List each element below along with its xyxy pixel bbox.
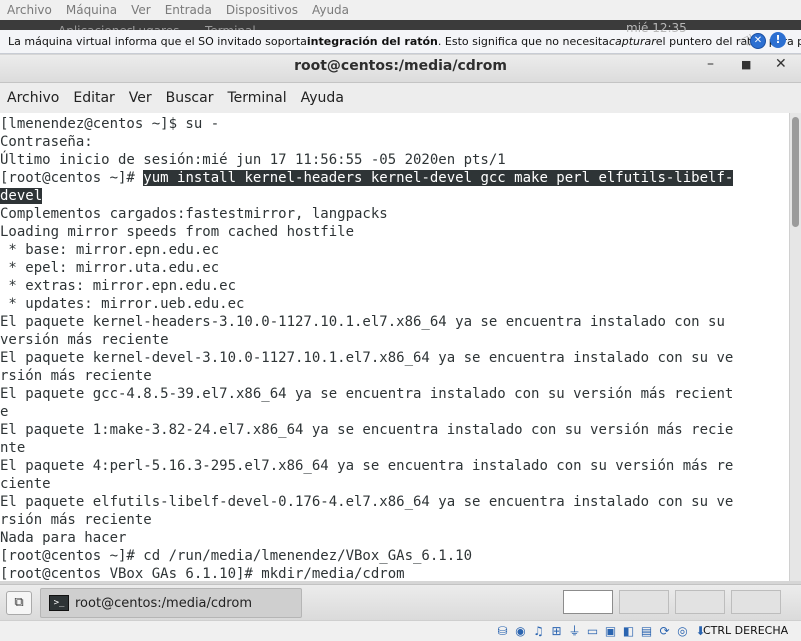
menu-archivo[interactable]: Archivo (0, 90, 66, 106)
terminal-icon: >_ (49, 595, 69, 611)
video-capture-icon[interactable]: ◧ (620, 623, 637, 639)
menu-ver[interactable]: Ver (122, 90, 159, 106)
terminal-line-command: [root@centos ~]# yum install kernel-head… (0, 169, 734, 187)
workspace-2[interactable] (619, 590, 669, 614)
vbox-menu-entrada[interactable]: Entrada (158, 3, 219, 17)
show-desktop-button[interactable]: ⧉ (6, 591, 32, 615)
selected-text: devel (0, 188, 43, 204)
vbox-menu-ver[interactable]: Ver (124, 3, 158, 17)
terminal-line: [root@centos ~]# cd /run/media/lmenendez… (0, 548, 473, 564)
menu-terminal[interactable]: Terminal (220, 90, 293, 106)
window-title: root@centos:/media/cdrom (294, 58, 507, 74)
terminal-line: * extras: mirror.epn.edu.ec (0, 278, 237, 294)
shared-folders-icon[interactable]: ▭ (584, 623, 601, 639)
scrollbar-thumb[interactable] (792, 117, 799, 227)
close-icon[interactable]: ✕ (750, 33, 766, 49)
cpu-icon[interactable]: ▤ (638, 623, 655, 639)
vbox-statusbar: ⛁ ◉ ♫ ⊞ ⏚ ▭ ▣ ◧ ▤ ⟳ ◎ ⬇ CTRL DERECHA (0, 620, 801, 641)
terminal-line: [root@centos VBox_GAs_6.1.10]# mkdir/med… (0, 566, 405, 581)
workspace-1[interactable] (563, 590, 613, 614)
workspace-4[interactable] (731, 590, 781, 614)
terminal-line: Último inicio de sesión:mié jun 17 11:56… (0, 152, 506, 168)
notice-text-pre: La máquina virtual informa que el SO inv… (8, 35, 307, 48)
selected-text: yum install kernel-headers kernel-devel … (143, 170, 734, 186)
terminal-line: El paquete 1:make-3.82-24.el7.x86_64 ya … (0, 422, 734, 438)
audio-icon[interactable]: ♫ (530, 623, 547, 639)
usb-icon[interactable]: ⏚ (566, 623, 583, 639)
terminal-line: Loading mirror speeds from cached hostfi… (0, 224, 355, 240)
display-icon[interactable]: ▣ (602, 623, 619, 639)
gnome-clock: mié 12:35 (626, 21, 687, 35)
terminal-line: * updates: mirror.ueb.edu.ec (0, 296, 245, 312)
terminal-line: Contraseña: (0, 134, 93, 150)
vbox-menubar: Archivo Máquina Ver Entrada Dispositivos… (0, 0, 801, 20)
terminal-line: nte (0, 440, 26, 456)
mouse-integration-notice: mié 12:35 La máquina virtual informa que… (0, 21, 801, 54)
hard-disk-icon[interactable]: ⛁ (494, 623, 511, 639)
maximize-button[interactable]: ■ (741, 58, 751, 71)
notice-text-italic: capturar (608, 35, 656, 48)
terminal-line: * epel: mirror.uta.edu.ec (0, 260, 220, 276)
terminal-menubar: Archivo Editar Ver Buscar Terminal Ayuda (0, 83, 801, 114)
notice-text-mid: . Esto significa que no necesita (437, 35, 609, 48)
terminal-line: versión más reciente (0, 332, 169, 348)
mouse-integration-icon[interactable]: ◎ (674, 623, 691, 639)
host-key-label: CTRL DERECHA (703, 624, 789, 637)
vbox-menu-maquina[interactable]: Máquina (59, 3, 124, 17)
notice-text-bold: integración del ratón (306, 35, 438, 48)
prompt: [root@centos ~]# (0, 170, 144, 186)
taskbar-item-label: root@centos:/media/cdrom (75, 595, 252, 611)
menu-ayuda[interactable]: Ayuda (294, 90, 351, 106)
terminal-line: El paquete elfutils-libelf-devel-0.176-4… (0, 494, 734, 510)
terminal-line: El paquete 4:perl-5.16.3-295.el7.x86_64 … (0, 458, 734, 474)
menu-buscar[interactable]: Buscar (159, 90, 221, 106)
window-list-bar: ⧉ >_ root@centos:/media/cdrom (0, 584, 801, 621)
close-button[interactable]: ✕ (775, 56, 787, 72)
terminal-line: Nada para hacer (0, 530, 127, 546)
terminal-line: rsión más reciente (0, 368, 152, 384)
terminal-line: El paquete kernel-headers-3.10.0-1127.10… (0, 314, 725, 330)
terminal-line: ciente (0, 476, 51, 492)
menu-editar[interactable]: Editar (66, 90, 121, 106)
optical-drive-icon[interactable]: ◉ (512, 623, 529, 639)
taskbar-terminal-item[interactable]: >_ root@centos:/media/cdrom (40, 588, 302, 618)
vbox-menu-ayuda[interactable]: Ayuda (305, 3, 356, 17)
vbox-menu-dispositivos[interactable]: Dispositivos (219, 3, 305, 17)
terminal-line: El paquete kernel-devel-3.10.0-1127.10.1… (0, 350, 734, 366)
terminal-line: [lmenendez@centos ~]$ su - (0, 116, 220, 132)
terminal-titlebar: root@centos:/media/cdrom – ■ ✕ (0, 55, 801, 83)
vbox-menu-archivo[interactable]: Archivo (0, 3, 59, 17)
terminal-line: El paquete gcc-4.8.5-39.el7.x86_64 ya se… (0, 386, 734, 402)
terminal-line: * base: mirror.epn.edu.ec (0, 242, 220, 258)
guest-additions-icon[interactable]: ⟳ (656, 623, 673, 639)
terminal-line: e (0, 404, 9, 420)
info-icon[interactable]: ! (770, 32, 786, 48)
terminal-line: rsión más reciente (0, 512, 152, 528)
workspace-3[interactable] (675, 590, 725, 614)
minimize-button[interactable]: – (707, 56, 714, 72)
terminal-output[interactable]: [lmenendez@centos ~]$ su - Contraseña: Ú… (0, 113, 789, 581)
network-icon[interactable]: ⊞ (548, 623, 565, 639)
terminal-line: Complementos cargados:fastestmirror, lan… (0, 206, 388, 222)
terminal-scrollbar[interactable] (789, 113, 801, 581)
terminal-line-command-cont: devel (0, 187, 43, 205)
